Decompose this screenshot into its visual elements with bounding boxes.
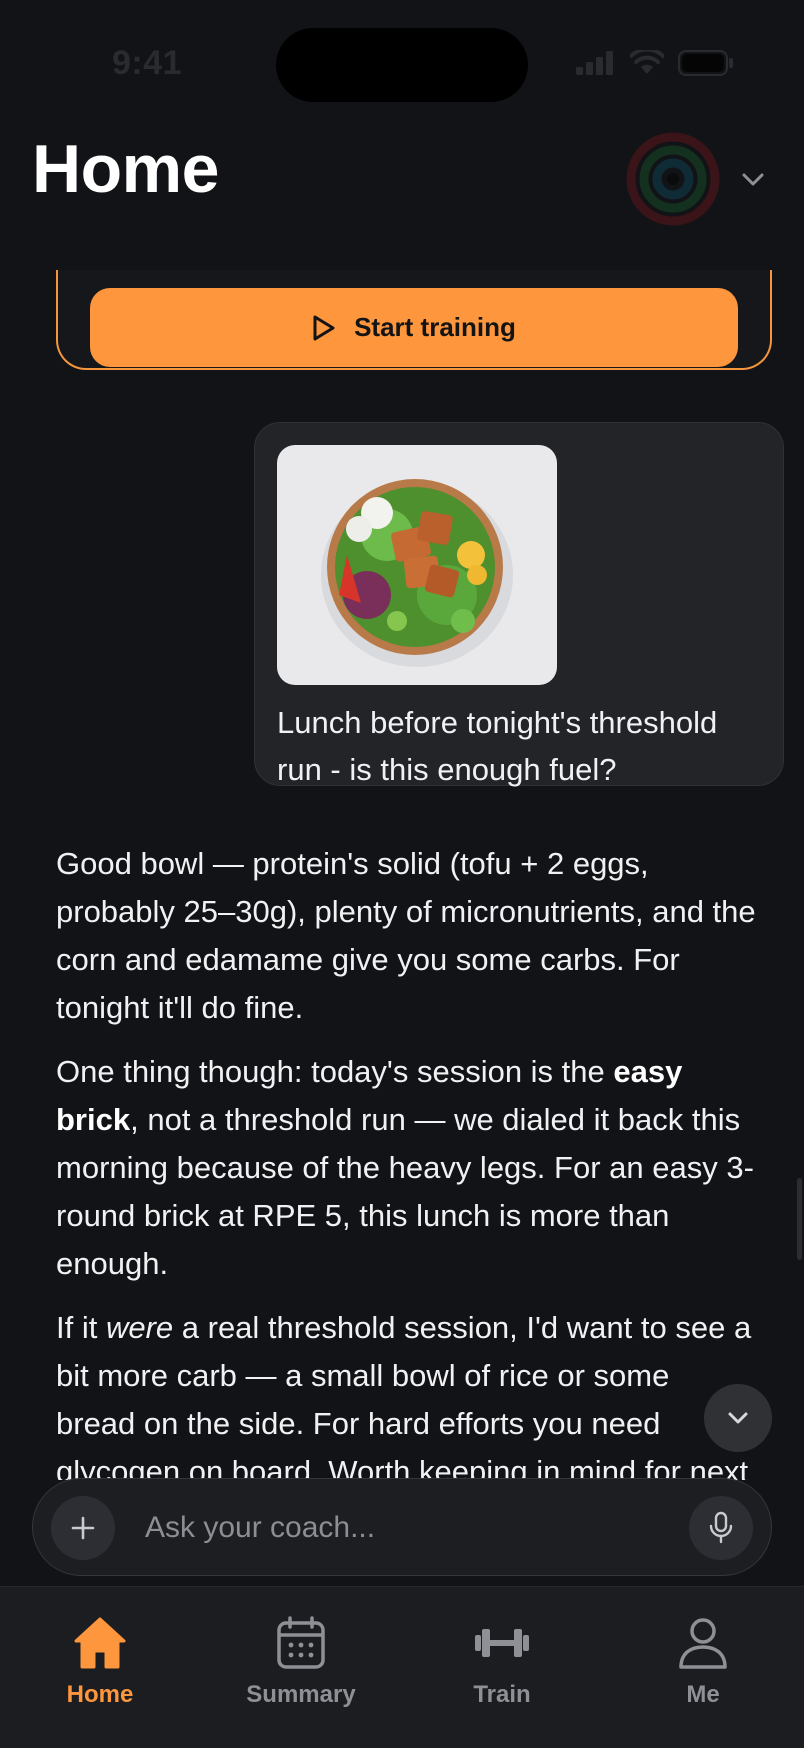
scroll-indicator[interactable] <box>797 1178 802 1260</box>
coach-reply-text: , not a threshold run — we dialed it bac… <box>56 1102 754 1281</box>
house-icon <box>74 1617 126 1669</box>
ask-coach-input[interactable] <box>145 1507 645 1549</box>
status-bar: 9:41 <box>0 0 804 120</box>
coach-reply-paragraph: If it were a real threshold session, I'd… <box>56 1304 756 1480</box>
add-attachment-button[interactable] <box>51 1496 115 1560</box>
battery-icon <box>678 50 733 76</box>
chevron-down-icon <box>728 1412 748 1424</box>
tab-home-label: Home <box>66 1681 134 1708</box>
user-message-bubble: Lunch before tonight's threshold run - i… <box>254 422 784 787</box>
message-composer <box>32 1478 772 1576</box>
tab-home[interactable]: Home <box>20 1615 180 1709</box>
tab-me[interactable]: Me <box>623 1615 783 1709</box>
salad-bowl-image <box>321 479 513 667</box>
start-training-button[interactable]: Start training <box>90 288 738 367</box>
coach-reply: Good bowl — protein's solid (tofu + 2 eg… <box>56 840 756 1480</box>
coach-reply-text: Good bowl — protein's solid (tofu + 2 eg… <box>56 846 756 1025</box>
coach-reply-italic: were <box>105 1310 174 1345</box>
page-title: Home <box>32 131 219 207</box>
coach-reply-paragraph: Good bowl — protein's solid (tofu + 2 eg… <box>56 840 756 1032</box>
tab-me-label: Me <box>686 1681 720 1708</box>
cellular-signal-icon <box>576 51 613 75</box>
chevron-down-icon[interactable] <box>738 164 768 194</box>
plus-icon <box>71 1516 95 1540</box>
coach-reply-text: If it <box>56 1310 106 1345</box>
wifi-icon <box>630 50 664 74</box>
calendar-icon <box>277 1616 325 1669</box>
status-icons <box>576 50 734 76</box>
tab-train[interactable]: Train <box>422 1615 582 1709</box>
coach-reply-text: One thing though: today's session is the <box>56 1054 614 1089</box>
voice-input-button[interactable] <box>689 1496 753 1560</box>
meal-photo[interactable] <box>277 445 557 685</box>
tab-train-label: Train <box>473 1681 531 1708</box>
dumbbell-icon <box>475 1629 529 1657</box>
microphone-icon <box>709 1511 733 1544</box>
person-icon <box>679 1618 727 1669</box>
header: Home <box>0 120 804 270</box>
start-training-label: Start training <box>354 312 516 342</box>
status-time: 9:41 <box>112 44 183 82</box>
tab-summary[interactable]: Summary <box>221 1615 381 1709</box>
coach-reply-paragraph: One thing though: today's session is the… <box>56 1048 756 1288</box>
play-icon <box>313 315 335 340</box>
scroll-to-bottom-button[interactable] <box>704 1384 772 1452</box>
tab-summary-label: Summary <box>246 1681 356 1708</box>
tab-bar: Home Summary Train Me <box>0 1586 804 1748</box>
user-message-text: Lunch before tonight's threshold run - i… <box>277 705 718 787</box>
chat-scroll-area[interactable]: Start training Lunch before tonight's th… <box>0 270 804 1480</box>
dynamic-island <box>276 28 528 102</box>
activity-rings-icon[interactable] <box>626 132 720 226</box>
